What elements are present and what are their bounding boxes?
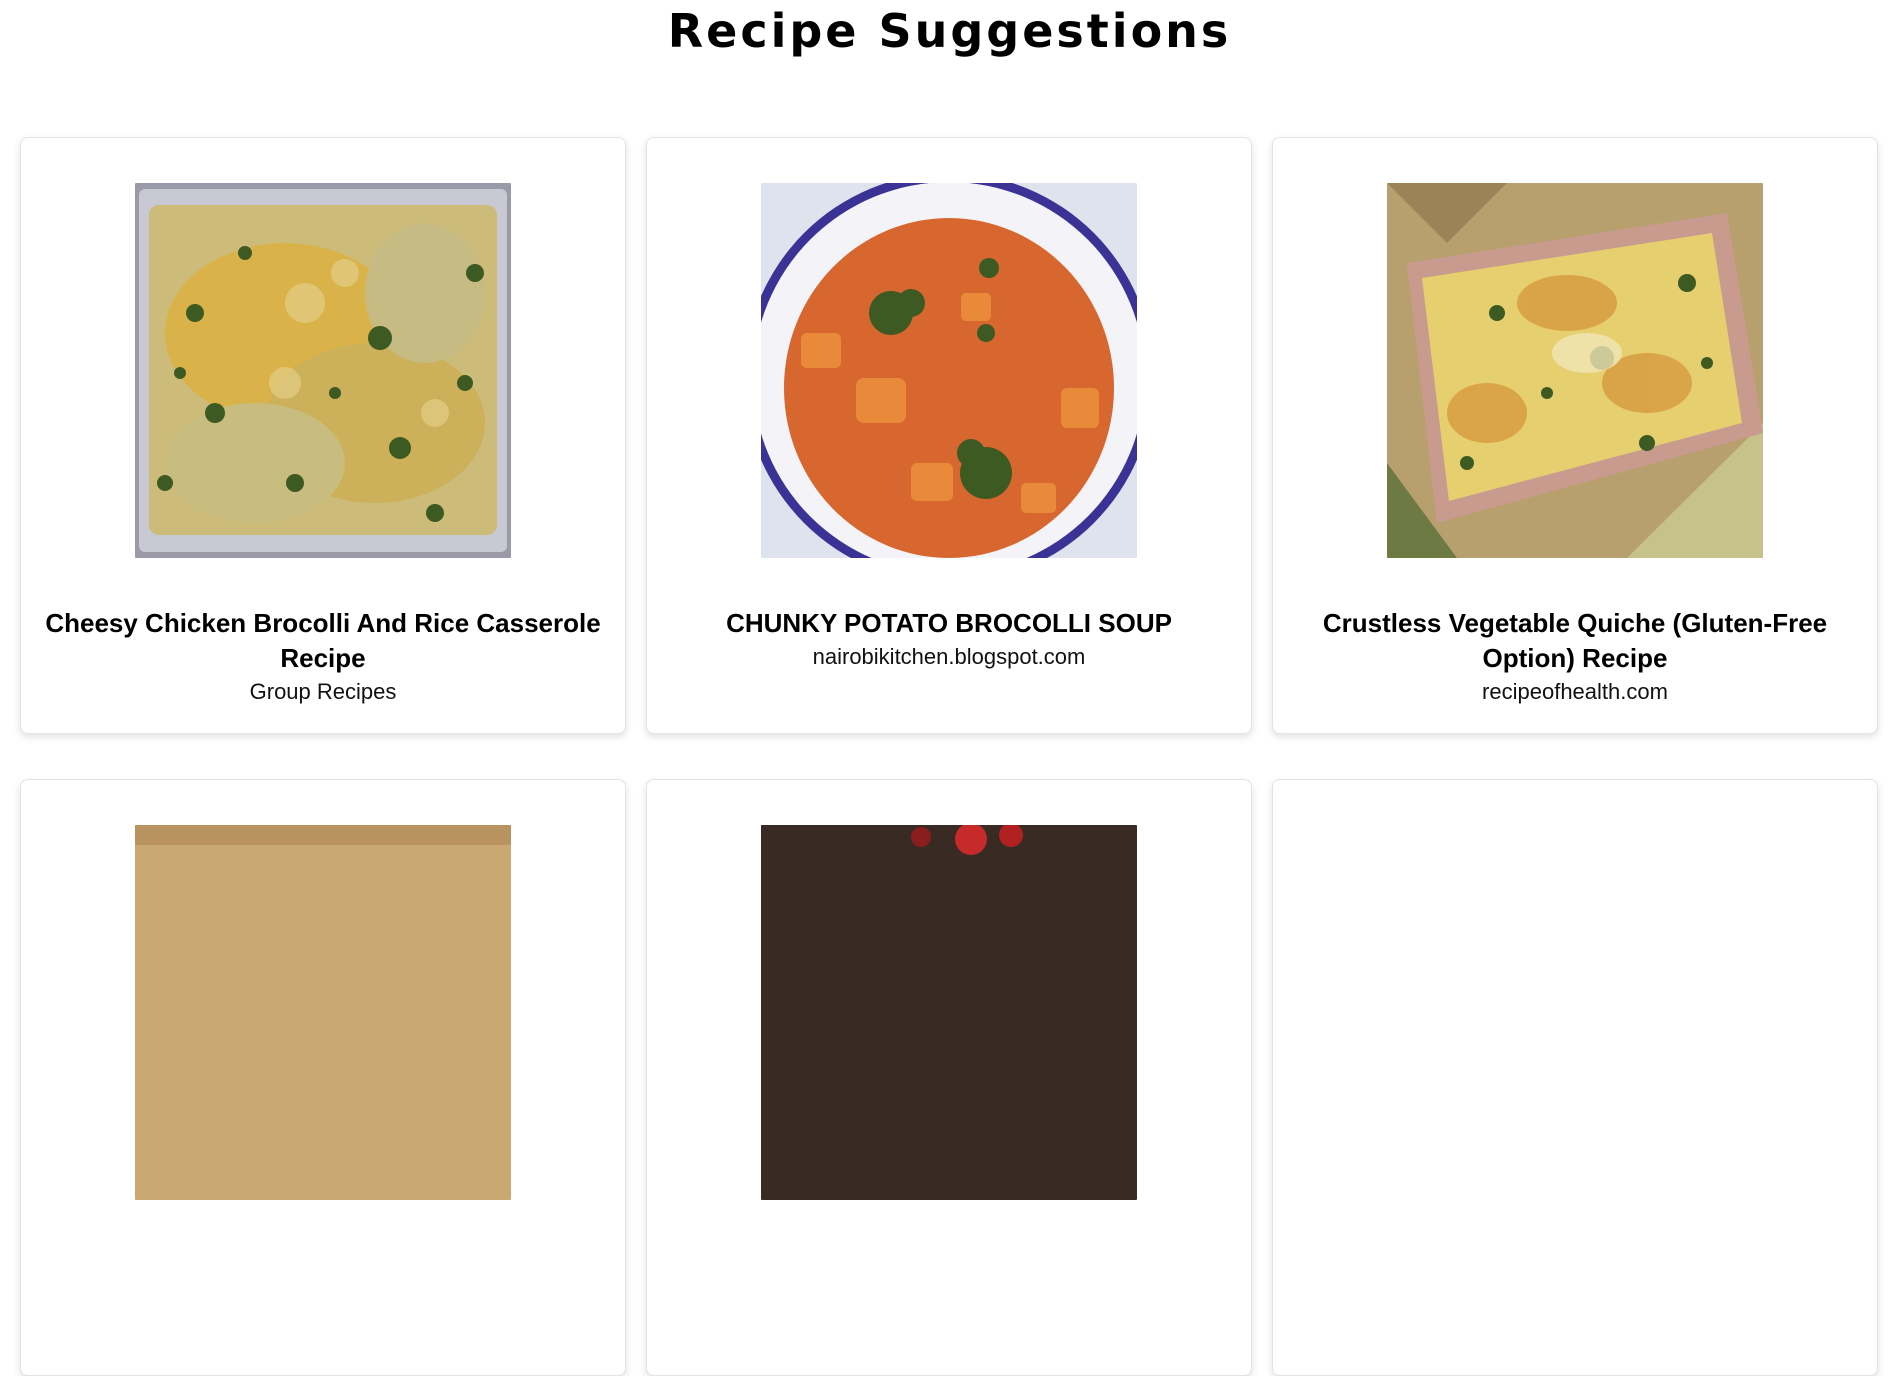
recipe-title[interactable]: CHUNKY POTATO BROCOLLI SOUP xyxy=(720,606,1178,641)
recipe-card[interactable] xyxy=(1272,779,1878,1376)
page-title: Recipe Suggestions xyxy=(667,4,1232,58)
recipe-card[interactable] xyxy=(646,779,1252,1376)
recipe-card[interactable]: Crustless Vegetable Quiche (Gluten-Free … xyxy=(1272,137,1878,734)
recipe-grid: Cheesy Chicken Brocolli And Rice Cassero… xyxy=(20,137,1879,1376)
recipe-photo-icon[interactable] xyxy=(135,825,511,1200)
recipe-photo-icon[interactable] xyxy=(761,825,1137,1200)
quiche-dish-photo-icon[interactable] xyxy=(1387,183,1763,558)
soup-bowl-photo-icon[interactable] xyxy=(761,183,1137,558)
recipe-title[interactable]: Cheesy Chicken Brocolli And Rice Cassero… xyxy=(21,606,625,676)
recipe-source: recipeofhealth.com xyxy=(1482,679,1668,704)
recipe-title[interactable]: Crustless Vegetable Quiche (Gluten-Free … xyxy=(1273,606,1877,676)
recipe-card[interactable]: Cheesy Chicken Brocolli And Rice Cassero… xyxy=(20,137,626,734)
recipe-source: Group Recipes xyxy=(249,679,397,704)
recipe-source: nairobikitchen.blogspot.com xyxy=(812,644,1086,669)
recipe-card[interactable]: CHUNKY POTATO BROCOLLI SOUP nairobikitch… xyxy=(646,137,1252,734)
casserole-photo-icon[interactable] xyxy=(135,183,511,558)
recipe-card[interactable] xyxy=(20,779,626,1376)
